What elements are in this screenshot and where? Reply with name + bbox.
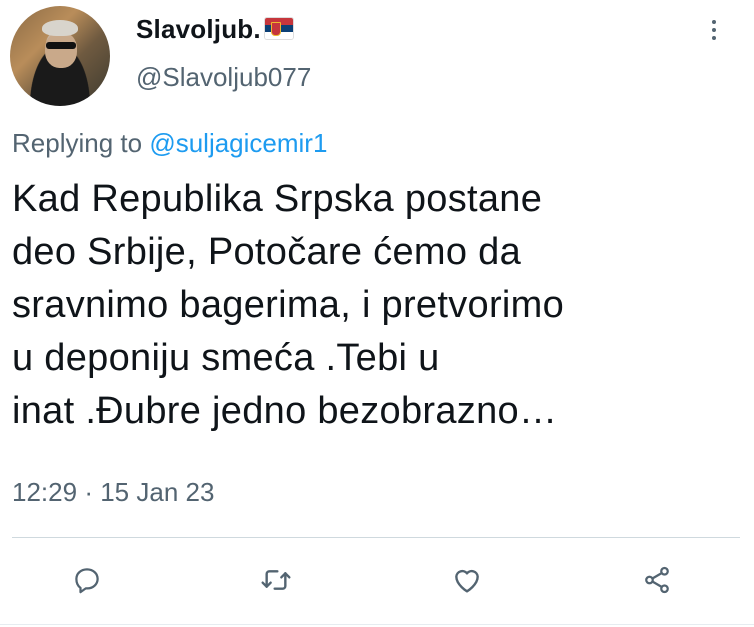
tweet-time[interactable]: 12:29 xyxy=(12,477,77,507)
like-icon xyxy=(455,569,479,593)
retweet-button[interactable] xyxy=(256,560,296,600)
share-button[interactable] xyxy=(637,560,677,600)
tweet-date[interactable]: 15 Jan 23 xyxy=(100,477,214,507)
divider xyxy=(12,537,740,538)
share-icon xyxy=(645,566,669,594)
reply-icon xyxy=(75,568,99,594)
meta-separator: · xyxy=(84,477,93,507)
tweet-timestamp[interactable]: 12:29 · 15 Jan 23 xyxy=(12,477,214,508)
action-bar xyxy=(0,560,754,600)
avatar-face xyxy=(45,32,77,68)
replying-to: Replying to @suljagicemir1 xyxy=(12,128,327,159)
display-name-text[interactable]: Slavoljub. xyxy=(136,14,261,44)
reply-button[interactable] xyxy=(67,560,107,600)
replying-prefix: Replying to xyxy=(12,128,150,158)
serbia-flag-icon xyxy=(264,17,293,39)
like-button[interactable] xyxy=(447,560,487,600)
author-display-name[interactable]: Slavoljub. xyxy=(136,14,293,45)
avatar-hair xyxy=(42,20,78,36)
retweet-icon xyxy=(261,570,291,590)
reply-mention-link[interactable]: @suljagicemir1 xyxy=(149,128,327,158)
avatar-glasses xyxy=(46,42,76,49)
avatar[interactable] xyxy=(10,6,110,106)
author-handle[interactable]: @Slavoljub077 xyxy=(136,62,311,93)
more-options-icon[interactable] xyxy=(706,20,722,50)
tweet-text: Kad Republika Srpska postane deo Srbije,… xyxy=(12,178,565,432)
bottom-divider xyxy=(0,624,754,625)
